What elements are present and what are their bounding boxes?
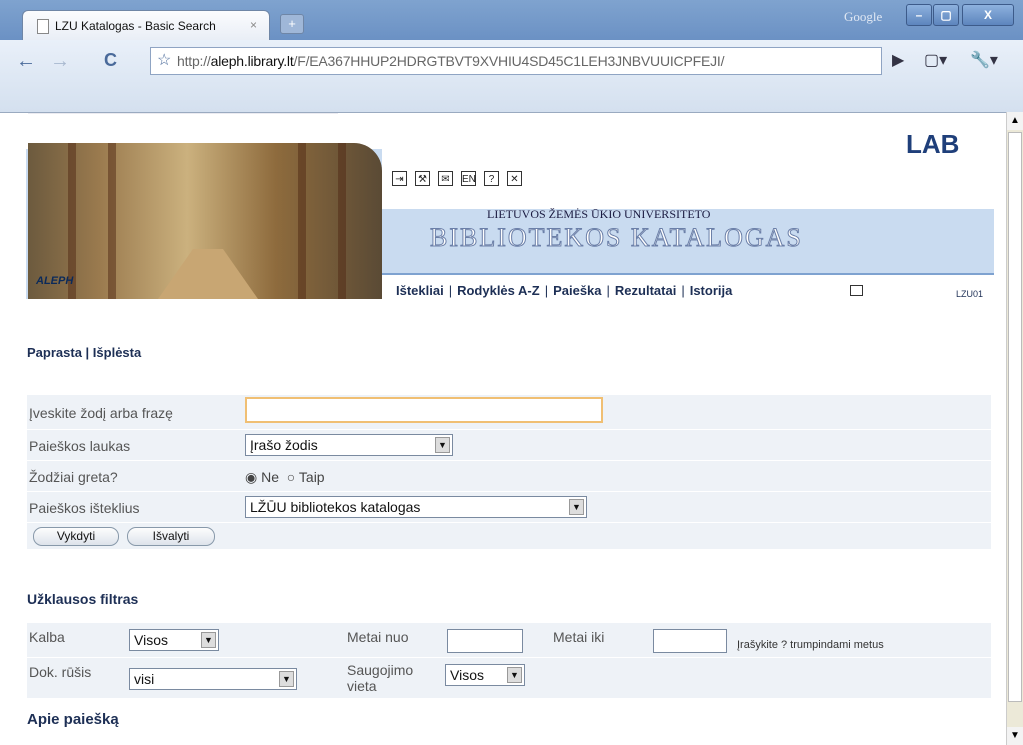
library-banner-image: ALEPH — [28, 143, 382, 299]
page-content: ALEPH ⇥ ⚒ ✉ EN? ✕ LAB LIETUVOS ŽEMĖS ŪKIO UN… — [0, 113, 1005, 745]
menu-rodykles[interactable]: Rodyklės A-Z — [457, 283, 540, 298]
year-from-input[interactable] — [447, 629, 523, 653]
year-from-label: Metai nuo — [347, 629, 409, 645]
scroll-down-arrow-icon[interactable]: ▼ — [1007, 727, 1023, 745]
wrench-menu-icon[interactable]: 🔧▾ — [970, 50, 998, 70]
execute-button[interactable]: Vykdyti — [33, 527, 119, 546]
header-icons: ⇥ ⚒ ✉ EN? ✕ — [392, 169, 530, 186]
google-brand: Google — [844, 9, 883, 24]
doctype-label: Dok. rūšis — [29, 664, 92, 680]
preferences-icon[interactable]: ⚒ — [415, 171, 430, 186]
help-icon[interactable]: ? — [484, 171, 499, 186]
scroll-up-arrow-icon[interactable]: ▲ — [1007, 112, 1023, 130]
base-code: LZU01 — [956, 289, 984, 299]
radio-no-label: Ne — [261, 469, 280, 485]
year-note: Įrašykite ? trumpindami metus — [737, 639, 884, 651]
login-icon[interactable]: ⇥ — [392, 171, 407, 186]
back-arrow-icon[interactable]: ← — [16, 50, 36, 73]
reload-icon[interactable]: C — [104, 50, 117, 71]
simple-search-link[interactable]: Paprasta — [27, 345, 82, 360]
search-mode-nav: Paprasta | Išplėsta — [27, 345, 142, 360]
new-tab-button[interactable]: + — [280, 14, 304, 34]
minimize-button[interactable]: – — [906, 4, 932, 26]
main-menu: Ištekliai | Rodyklės A-Z | Paieška | Rezultata… — [382, 273, 994, 301]
term-label: Įveskite žodį arba frazę — [29, 405, 173, 421]
field-label: Paieškos laukas — [29, 438, 131, 454]
menu-istekliai[interactable]: Ištekliai — [396, 283, 444, 298]
search-term-input[interactable] — [245, 397, 603, 423]
menu-rezultatai[interactable]: Rezultatai — [615, 283, 676, 298]
year-to-input[interactable] — [653, 629, 727, 653]
url-text: http://aleph.library.lt/F/EA367HHUP2HDRG… — [177, 48, 724, 74]
menu-istorija[interactable]: Istorija — [690, 283, 733, 298]
window-titlebar: LZU Katalogas - Basic Search × + Google … — [0, 0, 1023, 40]
resource-label: Paieškos išteklius — [29, 500, 140, 516]
radio-yes-label: Taip — [298, 469, 325, 485]
tab-close-icon[interactable]: × — [250, 18, 257, 32]
university-name: LIETUVOS ŽEMĖS ŪKIO UNIVERSITETO — [487, 207, 711, 221]
url-host: aleph.library.lt — [210, 53, 294, 69]
exit-icon[interactable]: ✕ — [507, 171, 522, 186]
advanced-search-link[interactable]: Išplėsta — [93, 345, 141, 360]
query-filters: Kalba Visos ▼ Metai nuo Metai iki Įrašyki… — [27, 623, 991, 699]
resource-select[interactable]: LŽŪU bibliotekos katalogas ▼ — [245, 496, 587, 518]
location-value: Visos — [450, 667, 484, 683]
maximize-button[interactable]: ▢ — [933, 4, 959, 26]
chevron-down-icon: ▼ — [201, 632, 216, 648]
vertical-scrollbar[interactable]: ▲ ▼ — [1006, 112, 1023, 745]
page-icon — [37, 19, 49, 34]
go-arrow-icon[interactable]: ▶ — [892, 50, 904, 70]
doctype-select[interactable]: visi ▼ — [129, 668, 297, 690]
browser-toolbar: ← → C ☆ http://aleph.library.lt/F/EA367H… — [0, 40, 1023, 113]
url-prefix: http:// — [177, 53, 211, 69]
resource-value: LŽŪU bibliotekos katalogas — [250, 499, 421, 515]
forward-arrow-icon[interactable]: → — [50, 50, 70, 73]
filters-title: Užklausos filtras — [27, 591, 139, 607]
language-en-icon[interactable]: EN — [461, 171, 476, 186]
url-path: /F/EA367HHUP2HDRGTBVT9XVHIU4SD45C1LEH3JN… — [293, 53, 725, 69]
menu-list-icon[interactable] — [850, 285, 863, 296]
language-select[interactable]: Visos ▼ — [129, 629, 219, 651]
about-search-heading: Apie paiešką — [27, 711, 119, 728]
location-label: Saugojimo vieta — [347, 662, 414, 694]
lab-logo: LAB — [906, 129, 960, 159]
adjacent-label: Žodžiai greta? — [29, 469, 118, 485]
close-window-button[interactable]: X — [962, 4, 1014, 26]
aleph-logo: ALEPH — [36, 275, 74, 287]
tab-lzu-katalogas[interactable]: LZU Katalogas - Basic Search × — [22, 10, 270, 40]
banner-globe-lines — [28, 113, 338, 154]
page-menu-icon[interactable]: ▢▾ — [924, 50, 947, 70]
search-field-select[interactable]: Įrašo žodis ▼ — [245, 434, 453, 456]
chevron-down-icon: ▼ — [435, 437, 450, 453]
search-form: Įveskite žodį arba frazę Paieškos laukas… — [27, 395, 991, 549]
search-field-value: Įrašo žodis — [250, 437, 318, 453]
location-select[interactable]: Visos ▼ — [445, 664, 525, 686]
scroll-thumb[interactable] — [1008, 132, 1022, 702]
bookmark-star-icon[interactable]: ☆ — [157, 48, 171, 74]
catalog-title: BIBLIOTEKOS KATALOGAS — [430, 223, 803, 253]
tab-title: LZU Katalogas - Basic Search — [55, 19, 216, 33]
menu-paieska[interactable]: Paieška — [553, 283, 601, 298]
chevron-down-icon: ▼ — [279, 671, 294, 687]
language-label: Kalba — [29, 629, 65, 645]
language-value: Visos — [134, 632, 168, 648]
year-to-label: Metai iki — [553, 629, 605, 645]
doctype-value: visi — [134, 671, 155, 687]
address-bar[interactable]: ☆ http://aleph.library.lt/F/EA367HHUP2HD… — [150, 47, 882, 75]
chevron-down-icon: ▼ — [507, 667, 522, 683]
radio-no[interactable]: ◉ — [245, 469, 257, 485]
clear-button[interactable]: Išvalyti — [127, 527, 215, 546]
radio-yes[interactable]: ○ — [287, 469, 295, 485]
mail-icon[interactable]: ✉ — [438, 171, 453, 186]
chevron-down-icon: ▼ — [569, 499, 584, 515]
